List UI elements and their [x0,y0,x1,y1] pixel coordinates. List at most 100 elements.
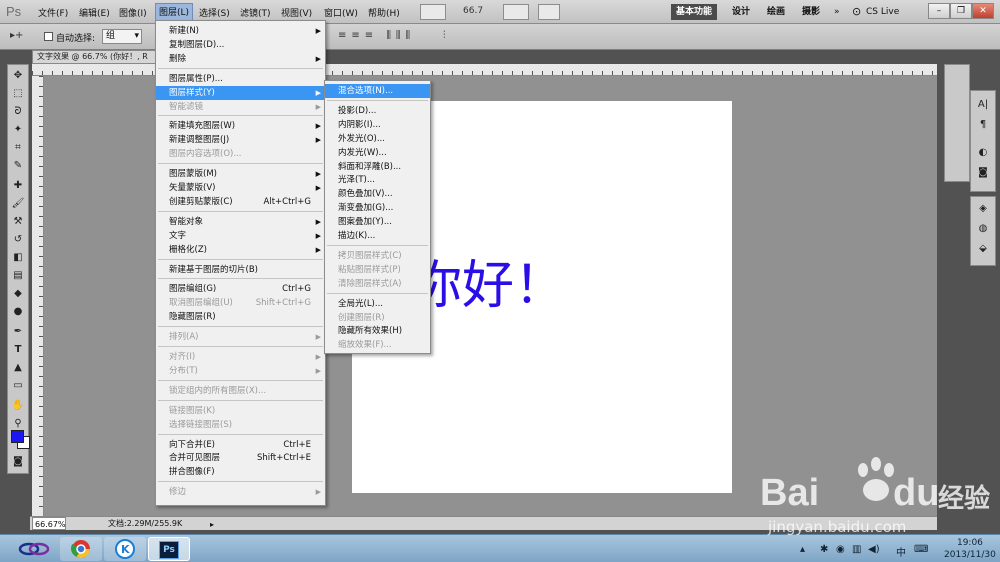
restore-button[interactable]: ❐ [950,3,972,19]
cslive-label[interactable]: CS Live [866,7,899,17]
move-tool-icon[interactable]: ▸+ [10,30,23,41]
dodge-icon[interactable]: ● [10,305,26,319]
start-button[interactable] [12,538,56,560]
menu-item[interactable]: 图层蒙版(M) ▶ [156,167,325,181]
distribute-icons[interactable]: ≡≡≡ ⫼⫼⫼ [338,30,415,41]
menu-item[interactable]: 内发光(W)... [325,146,430,160]
menu-item[interactable]: 向下合并(E) Ctrl+E [156,438,325,452]
menu-item[interactable]: 图层编组(G) Ctrl+G [156,282,325,296]
crop-icon[interactable]: ⌗ [10,141,26,155]
pen-icon[interactable]: ✒ [10,325,26,339]
menu-select[interactable]: 选择(S) [199,6,230,19]
taskbar-k-app[interactable]: K [104,537,146,561]
status-menu-arrow-icon[interactable]: ▸ [210,518,214,531]
workspace-painting[interactable]: 绘画 [762,4,790,20]
expand-arrow-icon[interactable]: » [834,7,840,17]
taskbar-chrome[interactable] [60,537,102,561]
healing-icon[interactable]: ✚ [10,179,26,193]
foreground-color-swatch[interactable] [11,430,24,443]
menu-item[interactable]: 智能对象 ▶ [156,215,325,229]
menu-item[interactable]: 内阴影(I)... [325,118,430,132]
path-select-icon[interactable]: ▲ [10,361,26,375]
ime-indicator[interactable]: 中 [896,544,906,559]
menu-item[interactable]: 光泽(T)... [325,173,430,187]
auto-select-dropdown[interactable]: 组 ▾ [102,29,142,44]
menu-view[interactable]: 视图(V) [281,6,312,19]
menu-item[interactable]: 新建填充图层(W) ▶ [156,119,325,133]
tray-up-arrow-icon[interactable]: ▴ [800,544,805,555]
menu-item[interactable]: 图案叠加(Y)... [325,215,430,229]
workspace-photography[interactable]: 摄影 [797,4,825,20]
canvas-text-layer[interactable]: 你好！ [410,243,566,318]
menu-item[interactable]: 混合选项(N)... [325,84,430,98]
menu-window[interactable]: 窗口(W) [324,6,358,19]
move-icon[interactable]: ✥ [10,69,26,83]
close-button[interactable]: ✕ [972,3,994,19]
document-tab[interactable]: 文字效果 @ 66.7% (你好！, R [32,50,172,64]
type-tool-icon[interactable]: T [10,343,26,357]
blur-icon[interactable]: ◆ [10,287,26,301]
screen-mode-icon[interactable] [420,4,446,20]
zoom-value[interactable]: 66.7 [463,6,483,16]
quick-mask-icon[interactable]: ◙ [10,455,26,469]
menu-item[interactable]: 文字 ▶ [156,229,325,243]
taskbar-photoshop[interactable]: Ps [148,537,190,561]
hand-icon[interactable]: ✋ [10,399,26,413]
paths-icon[interactable]: ⬙ [972,243,994,254]
menu-item[interactable]: 删除 ▶ [156,52,325,66]
menu-item[interactable]: 渐变叠加(G)... [325,201,430,215]
workspace-design[interactable]: 设计 [727,4,755,20]
masks-icon[interactable]: ◙ [972,167,994,178]
eyedropper-icon[interactable]: ✎ [10,159,26,173]
keyboard-icon[interactable]: ⌨ [914,544,928,555]
menu-item[interactable]: 描边(K)... [325,229,430,243]
menu-filter[interactable]: 滤镜(T) [240,6,271,19]
menu-layer[interactable]: 图层(L) [155,3,194,21]
eraser-icon[interactable]: ◧ [10,251,26,265]
paragraph-icon[interactable]: ¶ [972,119,994,130]
gradient-icon[interactable]: ▤ [10,269,26,283]
menu-item[interactable]: 图层属性(P)... [156,72,325,86]
tray-app-icon[interactable]: ◉ [836,544,845,555]
volume-icon[interactable]: ◀) [868,544,880,555]
menu-item[interactable]: 颜色叠加(V)... [325,187,430,201]
menu-item[interactable]: 隐藏图层(R) [156,310,325,324]
menu-item[interactable]: 投影(D)... [325,104,430,118]
menu-image[interactable]: 图像(I) [119,6,147,19]
zoom-tool-icon[interactable]: ⚲ [10,417,26,431]
adjustments-icon[interactable]: ◐ [972,147,994,158]
history-brush-icon[interactable]: ↺ [10,233,26,247]
menu-item[interactable]: 斜面和浮雕(B)... [325,160,430,174]
menu-item[interactable]: 矢量蒙版(V) ▶ [156,181,325,195]
arrange-icon[interactable] [503,4,529,20]
menu-item[interactable]: 外发光(O)... [325,132,430,146]
menu-item[interactable]: 新建(N) ▶ [156,24,325,38]
menu-item[interactable]: 拼合图像(F) [156,465,325,479]
bluetooth-icon[interactable]: ✱ [820,544,828,555]
minimize-button[interactable]: – [928,3,950,19]
menu-item[interactable]: 新建基于图层的切片(B) [156,263,325,277]
menu-item[interactable]: 图层样式(Y) ▶ [156,85,325,100]
menu-help[interactable]: 帮助(H) [368,6,400,19]
channels-icon[interactable]: ◍ [972,223,994,234]
menu-edit[interactable]: 编辑(E) [79,6,110,19]
shape-icon[interactable]: ▭ [10,379,26,393]
auto-align-icon[interactable]: ⫶ [443,30,446,41]
menu-file[interactable]: 文件(F) [38,6,68,19]
character-icon[interactable]: A| [972,99,994,110]
brush-icon[interactable]: 🖌 [10,197,26,211]
extras-icon[interactable] [538,4,560,20]
marquee-icon[interactable]: ⬚ [10,87,26,101]
layers-icon[interactable]: ◈ [972,203,994,214]
menu-item[interactable]: 全局光(L)... [325,297,430,311]
menu-item[interactable]: 新建调整图层(J) ▶ [156,133,325,147]
menu-item[interactable]: 复制图层(D)... [156,38,325,52]
stamp-icon[interactable]: ⚒ [10,215,26,229]
menu-item[interactable]: 隐藏所有效果(H) [325,324,430,338]
lasso-icon[interactable]: ᘐ [10,105,26,119]
zoom-status-field[interactable]: 66.67% [32,517,66,530]
menu-item[interactable]: 栅格化(Z) ▶ [156,243,325,257]
menu-item[interactable]: 创建剪贴蒙版(C) Alt+Ctrl+G [156,195,325,209]
network-icon[interactable]: ▥ [852,544,861,555]
magic-wand-icon[interactable]: ✦ [10,123,26,137]
